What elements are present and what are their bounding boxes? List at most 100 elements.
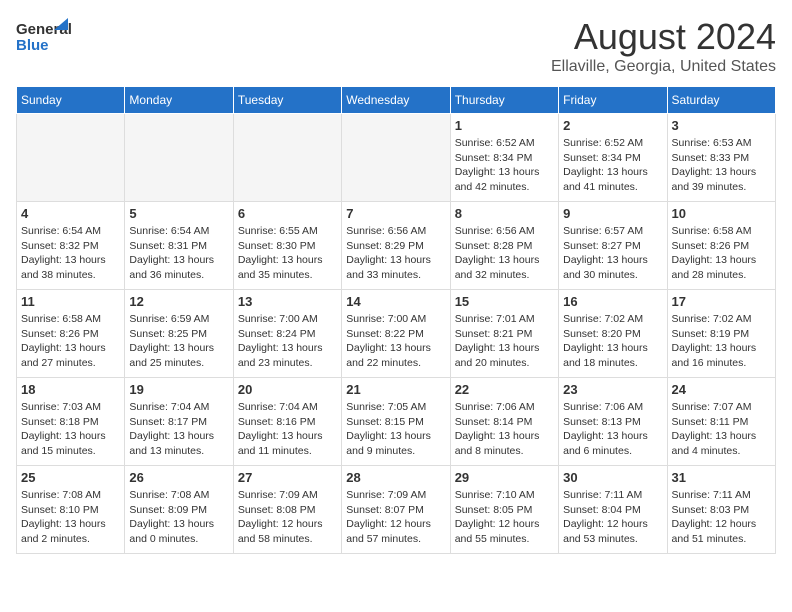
day-number: 27 [238, 470, 337, 485]
day-number: 24 [672, 382, 771, 397]
calendar-cell: 16 Sunrise: 7:02 AM Sunset: 8:20 PM Dayli… [559, 290, 667, 378]
calendar-cell [125, 114, 233, 202]
calendar-cell: 14Sunrise: 7:00 AM Sunset: 8:22 PM Dayli… [342, 290, 450, 378]
calendar-cell: 2 Sunrise: 6:52 AM Sunset: 8:34 PM Daylig… [559, 114, 667, 202]
weekday-header: Sunday [17, 87, 125, 114]
calendar-cell: 17 Sunrise: 7:02 AM Sunset: 8:19 PM Dayli… [667, 290, 775, 378]
day-info: Sunrise: 6:53 AM Sunset: 8:33 PM Dayligh… [672, 136, 771, 195]
day-number: 3 [672, 118, 771, 133]
day-info: Sunrise: 7:05 AM Sunset: 8:15 PM Dayligh… [346, 400, 445, 459]
calendar-cell: 19Sunrise: 7:04 AM Sunset: 8:17 PM Dayli… [125, 378, 233, 466]
calendar-week-row: 18 Sunrise: 7:03 AM Sunset: 8:18 PM Dayli… [17, 378, 776, 466]
calendar-cell [17, 114, 125, 202]
svg-text:Blue: Blue [16, 37, 49, 54]
day-number: 16 [563, 294, 662, 309]
calendar-week-row: 4Sunrise: 6:54 AM Sunset: 8:32 PM Daylig… [17, 202, 776, 290]
calendar-cell: 3 Sunrise: 6:53 AM Sunset: 8:33 PM Daylig… [667, 114, 775, 202]
weekday-header-row: SundayMondayTuesdayWednesdayThursdayFrid… [17, 87, 776, 114]
calendar-cell: 11 Sunrise: 6:58 AM Sunset: 8:26 PM Dayli… [17, 290, 125, 378]
day-info: Sunrise: 7:01 AM Sunset: 8:21 PM Dayligh… [455, 312, 554, 371]
day-info: Sunrise: 7:08 AM Sunset: 8:10 PM Dayligh… [21, 488, 120, 547]
day-number: 9 [563, 206, 662, 221]
day-number: 18 [21, 382, 120, 397]
calendar-cell: 31 Sunrise: 7:11 AM Sunset: 8:03 PM Dayli… [667, 466, 775, 554]
day-info: Sunrise: 7:02 AM Sunset: 8:20 PM Dayligh… [563, 312, 662, 371]
calendar-cell: 24 Sunrise: 7:07 AM Sunset: 8:11 PM Dayli… [667, 378, 775, 466]
day-number: 22 [455, 382, 554, 397]
day-number: 10 [672, 206, 771, 221]
calendar-cell: 1Sunrise: 6:52 AM Sunset: 8:34 PM Daylig… [450, 114, 558, 202]
day-number: 15 [455, 294, 554, 309]
day-number: 21 [346, 382, 445, 397]
calendar-cell: 13 Sunrise: 7:00 AM Sunset: 8:24 PM Dayli… [233, 290, 341, 378]
day-info: Sunrise: 7:11 AM Sunset: 8:03 PM Dayligh… [672, 488, 771, 547]
day-info: Sunrise: 7:08 AM Sunset: 8:09 PM Dayligh… [129, 488, 228, 547]
day-number: 30 [563, 470, 662, 485]
logo-icon: General Blue [16, 16, 72, 60]
calendar-cell: 8Sunrise: 6:56 AM Sunset: 8:28 PM Daylig… [450, 202, 558, 290]
day-info: Sunrise: 6:57 AM Sunset: 8:27 PM Dayligh… [563, 224, 662, 283]
day-info: Sunrise: 7:09 AM Sunset: 8:08 PM Dayligh… [238, 488, 337, 547]
day-number: 23 [563, 382, 662, 397]
day-info: Sunrise: 6:56 AM Sunset: 8:29 PM Dayligh… [346, 224, 445, 283]
day-info: Sunrise: 6:58 AM Sunset: 8:26 PM Dayligh… [21, 312, 120, 371]
calendar-cell [342, 114, 450, 202]
day-info: Sunrise: 7:06 AM Sunset: 8:13 PM Dayligh… [563, 400, 662, 459]
day-info: Sunrise: 7:00 AM Sunset: 8:24 PM Dayligh… [238, 312, 337, 371]
weekday-header: Wednesday [342, 87, 450, 114]
day-number: 6 [238, 206, 337, 221]
day-number: 26 [129, 470, 228, 485]
day-info: Sunrise: 7:03 AM Sunset: 8:18 PM Dayligh… [21, 400, 120, 459]
day-number: 25 [21, 470, 120, 485]
calendar-cell: 23 Sunrise: 7:06 AM Sunset: 8:13 PM Dayli… [559, 378, 667, 466]
title-area: August 2024 Ellaville, Georgia, United S… [551, 16, 776, 76]
day-number: 4 [21, 206, 120, 221]
calendar-cell: 29Sunrise: 7:10 AM Sunset: 8:05 PM Dayli… [450, 466, 558, 554]
day-info: Sunrise: 7:02 AM Sunset: 8:19 PM Dayligh… [672, 312, 771, 371]
calendar-cell: 20 Sunrise: 7:04 AM Sunset: 8:16 PM Dayli… [233, 378, 341, 466]
day-number: 29 [455, 470, 554, 485]
calendar-week-row: 11 Sunrise: 6:58 AM Sunset: 8:26 PM Dayli… [17, 290, 776, 378]
day-info: Sunrise: 6:58 AM Sunset: 8:26 PM Dayligh… [672, 224, 771, 283]
day-info: Sunrise: 6:52 AM Sunset: 8:34 PM Dayligh… [455, 136, 554, 195]
day-number: 14 [346, 294, 445, 309]
day-info: Sunrise: 6:59 AM Sunset: 8:25 PM Dayligh… [129, 312, 228, 371]
day-number: 11 [21, 294, 120, 309]
logo: General Blue [16, 16, 72, 60]
day-info: Sunrise: 7:11 AM Sunset: 8:04 PM Dayligh… [563, 488, 662, 547]
weekday-header: Friday [559, 87, 667, 114]
day-number: 12 [129, 294, 228, 309]
calendar-cell: 21 Sunrise: 7:05 AM Sunset: 8:15 PM Dayli… [342, 378, 450, 466]
calendar-table: SundayMondayTuesdayWednesdayThursdayFrid… [16, 86, 776, 554]
day-info: Sunrise: 7:07 AM Sunset: 8:11 PM Dayligh… [672, 400, 771, 459]
calendar-week-row: 1Sunrise: 6:52 AM Sunset: 8:34 PM Daylig… [17, 114, 776, 202]
day-number: 7 [346, 206, 445, 221]
day-info: Sunrise: 7:04 AM Sunset: 8:16 PM Dayligh… [238, 400, 337, 459]
day-info: Sunrise: 6:54 AM Sunset: 8:31 PM Dayligh… [129, 224, 228, 283]
calendar-cell: 5 Sunrise: 6:54 AM Sunset: 8:31 PM Daylig… [125, 202, 233, 290]
calendar-cell: 28Sunrise: 7:09 AM Sunset: 8:07 PM Dayli… [342, 466, 450, 554]
day-number: 5 [129, 206, 228, 221]
day-number: 20 [238, 382, 337, 397]
calendar-cell: 22 Sunrise: 7:06 AM Sunset: 8:14 PM Dayli… [450, 378, 558, 466]
calendar-cell: 7 Sunrise: 6:56 AM Sunset: 8:29 PM Daylig… [342, 202, 450, 290]
day-info: Sunrise: 7:06 AM Sunset: 8:14 PM Dayligh… [455, 400, 554, 459]
calendar-cell: 6Sunrise: 6:55 AM Sunset: 8:30 PM Daylig… [233, 202, 341, 290]
calendar-cell: 9 Sunrise: 6:57 AM Sunset: 8:27 PM Daylig… [559, 202, 667, 290]
calendar-cell: 10 Sunrise: 6:58 AM Sunset: 8:26 PM Dayli… [667, 202, 775, 290]
day-number: 19 [129, 382, 228, 397]
day-number: 17 [672, 294, 771, 309]
day-info: Sunrise: 6:56 AM Sunset: 8:28 PM Dayligh… [455, 224, 554, 283]
calendar-cell: 30 Sunrise: 7:11 AM Sunset: 8:04 PM Dayli… [559, 466, 667, 554]
day-number: 2 [563, 118, 662, 133]
calendar-cell: 4Sunrise: 6:54 AM Sunset: 8:32 PM Daylig… [17, 202, 125, 290]
day-number: 13 [238, 294, 337, 309]
day-number: 31 [672, 470, 771, 485]
calendar-cell: 27 Sunrise: 7:09 AM Sunset: 8:08 PM Dayli… [233, 466, 341, 554]
main-title: August 2024 [551, 16, 776, 58]
day-info: Sunrise: 6:52 AM Sunset: 8:34 PM Dayligh… [563, 136, 662, 195]
weekday-header: Monday [125, 87, 233, 114]
header: General Blue August 2024 Ellaville, Geor… [16, 16, 776, 76]
weekday-header: Saturday [667, 87, 775, 114]
calendar-cell: 26 Sunrise: 7:08 AM Sunset: 8:09 PM Dayli… [125, 466, 233, 554]
